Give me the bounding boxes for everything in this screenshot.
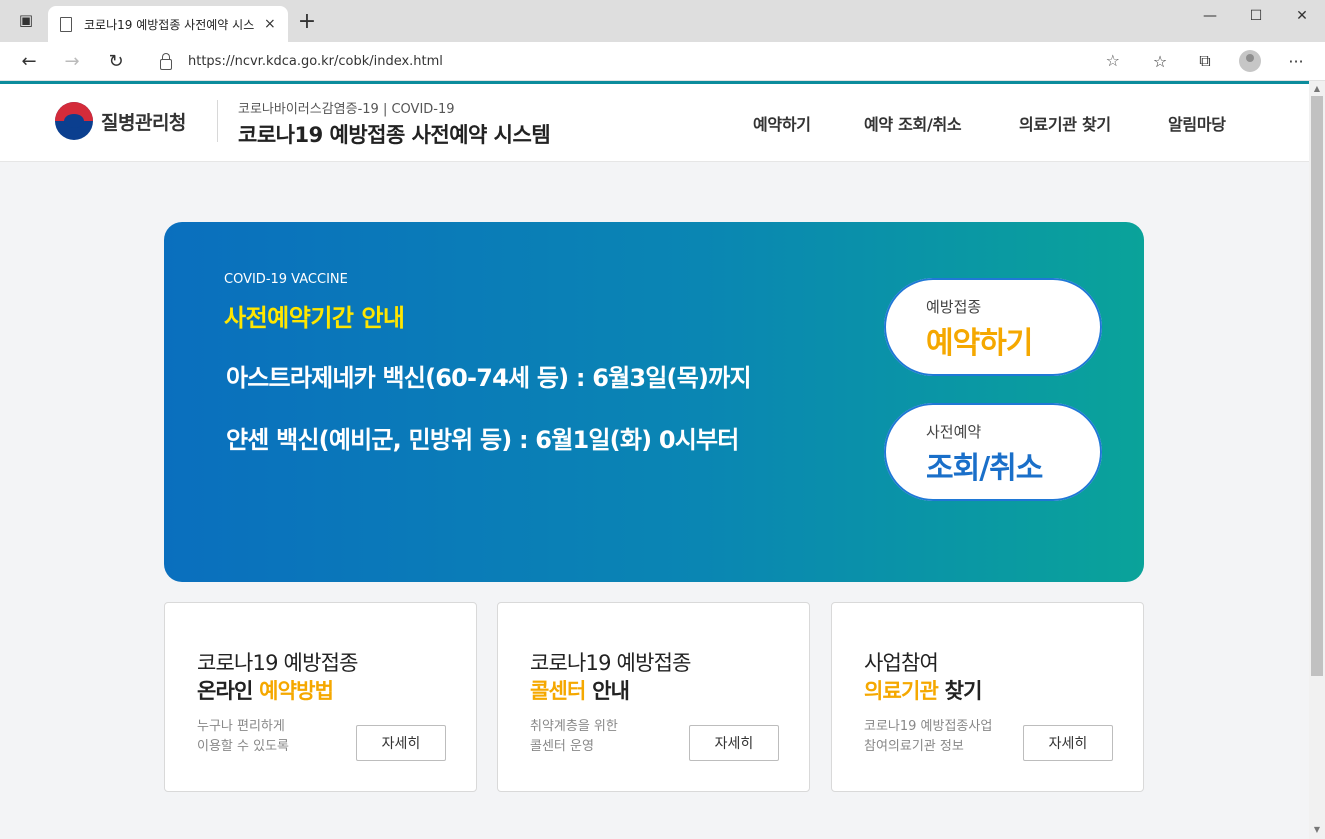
lookup-cancel-button[interactable]: 사전예약 조회/취소 (884, 403, 1102, 501)
card-desc-line1: 코로나19 예방접종사업 (864, 719, 993, 734)
kdca-logo-icon[interactable] (55, 102, 93, 140)
card-call-center: 코로나19 예방접종 콜센터 안내 취약계층을 위한 콜센터 운영 자세히 (497, 602, 810, 792)
profile-avatar[interactable] (1239, 50, 1261, 72)
card-title-line1: 사업참여 (864, 651, 939, 675)
card-title-line1: 코로나19 예방접종 (530, 651, 691, 675)
site-subtitle: 코로나바이러스감염증-19 | COVID-19 (238, 102, 455, 117)
lookup-button-caption: 사전예약 (926, 423, 982, 441)
nav-item-reserve[interactable]: 예약하기 (753, 111, 811, 135)
tab-close-icon[interactable]: × (264, 16, 276, 32)
add-favorite-icon[interactable]: ☆ (1106, 51, 1120, 70)
browser-tab[interactable]: 코로나19 예방접종 사전예약 시스 × (48, 6, 288, 42)
new-tab-button[interactable]: + (296, 11, 318, 34)
site-title[interactable]: 코로나19 예방접종 사전예약 시스템 (238, 119, 551, 149)
card-desc-line1: 취약계층을 위한 (530, 719, 618, 734)
back-icon[interactable]: ← (15, 48, 43, 74)
minimize-button[interactable]: — (1187, 0, 1233, 32)
card-desc-line2: 이용할 수 있도록 (197, 739, 289, 754)
hero-line-janssen: 얀센 백신(예비군, 민방위 등) : 6월1일(화) 0시부터 (226, 426, 739, 454)
reserve-button-label: 예약하기 (926, 326, 1033, 361)
close-window-button[interactable]: ✕ (1279, 0, 1325, 32)
org-name[interactable]: 질병관리청 (101, 108, 186, 135)
reserve-button-caption: 예방접종 (926, 298, 982, 316)
card-desc-line1: 누구나 편리하게 (197, 719, 285, 734)
browser-titlebar: ▣ 코로나19 예방접종 사전예약 시스 × + — ☐ ✕ (0, 0, 1325, 42)
browser-toolbar: ← → ↻ https://ncvr.kdca.go.kr/cobk/index… (0, 42, 1325, 81)
address-bar[interactable]: https://ncvr.kdca.go.kr/cobk/index.html … (146, 46, 1132, 76)
lookup-button-label: 조회/취소 (926, 451, 1043, 486)
card-desc-line2: 콜센터 운영 (530, 739, 594, 754)
header-divider (217, 100, 218, 142)
card-title-line2: 온라인 예약방법 (197, 679, 334, 703)
card-desc-line2: 참여의료기관 정보 (864, 739, 964, 754)
hero-heading: 사전예약기간 안내 (224, 304, 405, 332)
card-find-clinic: 사업참여 의료기관 찾기 코로나19 예방접종사업 참여의료기관 정보 자세히 (831, 602, 1144, 792)
card-title-line2: 콜센터 안내 (530, 679, 630, 703)
refresh-icon[interactable]: ↻ (102, 48, 130, 74)
hero-line-astrazeneca: 아스트라제네카 백신(60-74세 등) : 6월3일(목)까지 (226, 364, 752, 392)
hero-banner: COVID-19 VACCINE 사전예약기간 안내 아스트라제네카 백신(60… (164, 222, 1144, 582)
page-icon (60, 16, 72, 32)
collections-icon[interactable]: ⧉ (1193, 50, 1217, 72)
details-button[interactable]: 자세히 (689, 725, 779, 761)
scroll-up-icon[interactable]: ▲ (1309, 82, 1325, 96)
scroll-down-icon[interactable]: ▼ (1309, 823, 1325, 837)
card-title-line2: 의료기관 찾기 (864, 679, 982, 703)
nav-item-notice[interactable]: 알림마당 (1168, 111, 1226, 135)
lock-icon[interactable] (160, 52, 172, 70)
details-button[interactable]: 자세히 (1023, 725, 1113, 761)
hero-eyebrow: COVID-19 VACCINE (224, 272, 348, 287)
scrollbar-thumb[interactable] (1311, 96, 1323, 676)
card-online-reservation: 코로나19 예방접종 온라인 예약방법 누구나 편리하게 이용할 수 있도록 자… (164, 602, 477, 792)
forward-icon[interactable]: → (58, 48, 86, 74)
details-button[interactable]: 자세히 (356, 725, 446, 761)
tab-title: 코로나19 예방접종 사전예약 시스 (84, 17, 255, 32)
tab-actions-icon[interactable]: ▣ (14, 9, 38, 31)
maximize-button[interactable]: ☐ (1233, 0, 1279, 32)
site-header: 질병관리청 코로나바이러스감염증-19 | COVID-19 코로나19 예방접… (0, 84, 1309, 162)
favorites-icon[interactable]: ☆ (1148, 50, 1172, 72)
card-title-line1: 코로나19 예방접종 (197, 651, 358, 675)
nav-item-lookup-cancel[interactable]: 예약 조회/취소 (864, 111, 962, 135)
url-text[interactable]: https://ncvr.kdca.go.kr/cobk/index.html (188, 54, 443, 69)
nav-item-find-clinic[interactable]: 의료기관 찾기 (1019, 111, 1111, 135)
more-menu-icon[interactable]: ··· (1284, 50, 1308, 72)
reserve-button[interactable]: 예방접종 예약하기 (884, 278, 1102, 376)
